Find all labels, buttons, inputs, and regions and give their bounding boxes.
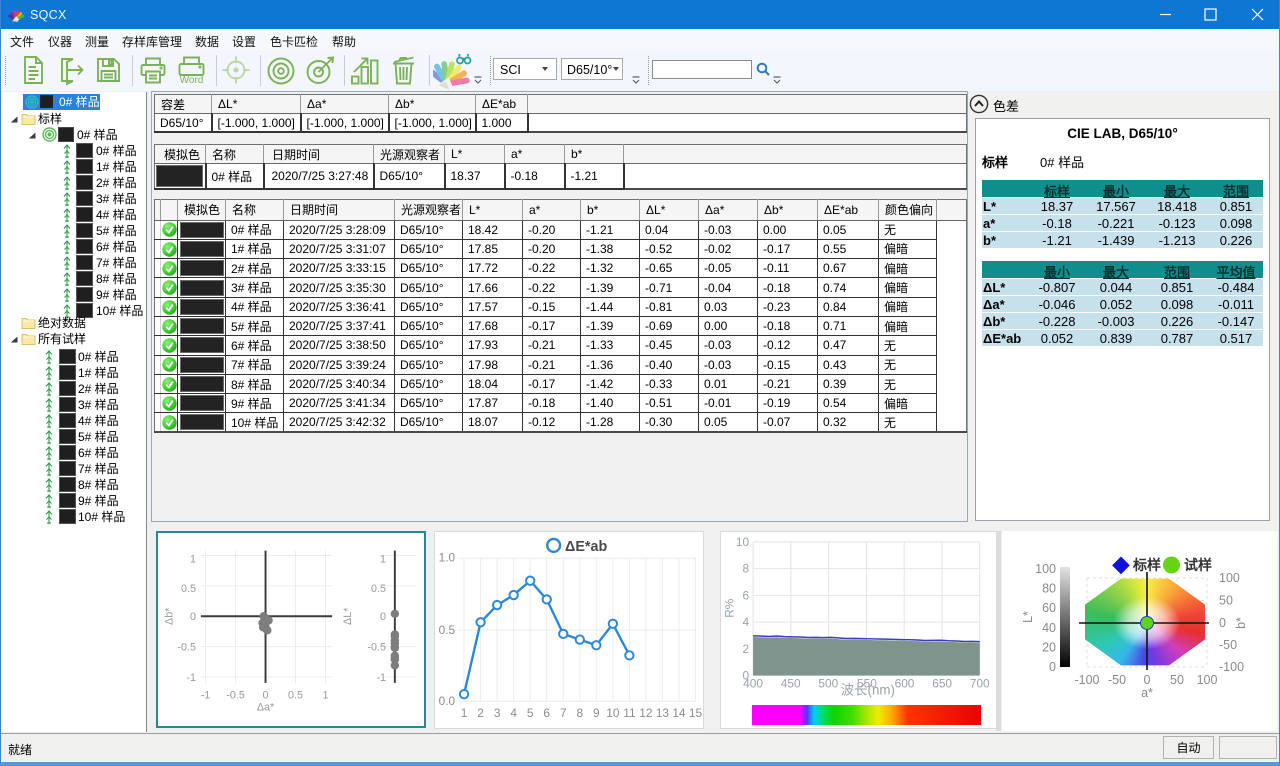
svg-text:-1: -1 (201, 690, 211, 702)
svg-text:0.0: 0.0 (439, 694, 456, 708)
svg-text:0.5: 0.5 (439, 623, 456, 637)
svg-text:-1: -1 (186, 672, 196, 684)
svg-text:400: 400 (743, 676, 763, 690)
svg-text:0: 0 (380, 611, 386, 623)
svg-text:-1: -1 (376, 672, 386, 684)
svg-text:Δb*: Δb* (163, 607, 175, 625)
svg-text:650: 650 (932, 676, 952, 690)
svg-text:7: 7 (560, 706, 567, 720)
svg-text:50: 50 (1170, 673, 1184, 687)
svg-text:5: 5 (527, 706, 534, 720)
svg-text:3: 3 (494, 706, 501, 720)
svg-text:6: 6 (543, 706, 550, 720)
svg-text:0: 0 (1219, 616, 1226, 630)
svg-text:b*: b* (1234, 617, 1248, 629)
svg-text:450: 450 (781, 676, 801, 690)
svg-text:0.5: 0.5 (288, 690, 303, 702)
svg-text:10: 10 (606, 706, 620, 720)
svg-text:ΔE*ab: ΔE*ab (565, 539, 607, 555)
svg-text:60: 60 (1042, 601, 1056, 615)
svg-text:波长(nm): 波长(nm) (841, 682, 895, 697)
svg-text:Δa*: Δa* (257, 701, 275, 713)
svg-text:-100: -100 (1219, 660, 1244, 674)
svg-text:8: 8 (576, 706, 583, 720)
svg-text:L*: L* (1021, 611, 1035, 623)
svg-text:0: 0 (1144, 673, 1151, 687)
svg-text:700: 700 (970, 676, 990, 690)
svg-text:11: 11 (623, 706, 636, 720)
svg-text:9: 9 (593, 706, 600, 720)
svg-text:-0.5: -0.5 (177, 642, 196, 654)
svg-text:0.5: 0.5 (181, 583, 196, 595)
svg-text:4: 4 (510, 706, 517, 720)
svg-text:-50: -50 (1219, 638, 1237, 652)
svg-text:-0.5: -0.5 (367, 642, 386, 654)
svg-text:50: 50 (1219, 594, 1233, 608)
svg-text:1: 1 (190, 553, 196, 565)
svg-text:13: 13 (656, 706, 670, 720)
svg-text:0: 0 (190, 611, 196, 623)
svg-text:14: 14 (672, 706, 686, 720)
svg-text:1: 1 (380, 553, 386, 565)
svg-text:4: 4 (743, 615, 750, 629)
svg-text:R%: R% (722, 598, 736, 618)
svg-text:40: 40 (1042, 621, 1056, 635)
svg-text:1: 1 (322, 690, 328, 702)
svg-text:100: 100 (1197, 673, 1218, 687)
svg-text:8: 8 (743, 562, 750, 576)
svg-text:500: 500 (818, 676, 838, 690)
svg-text:-0.5: -0.5 (226, 690, 245, 702)
svg-text:6: 6 (743, 588, 750, 602)
svg-text:100: 100 (1219, 571, 1240, 585)
svg-text:1.0: 1.0 (439, 551, 456, 565)
svg-text:2: 2 (477, 706, 484, 720)
svg-text:0: 0 (263, 690, 269, 702)
svg-text:10: 10 (736, 535, 750, 549)
svg-text:0.5: 0.5 (371, 583, 386, 595)
svg-text:1: 1 (461, 706, 468, 720)
svg-text:2: 2 (743, 642, 750, 656)
svg-text:-100: -100 (1074, 673, 1099, 687)
svg-text:0: 0 (1049, 660, 1056, 674)
svg-text:12: 12 (639, 706, 652, 720)
svg-text:标样: 标样 (1132, 557, 1161, 573)
svg-text:-50: -50 (1108, 673, 1126, 687)
svg-text:Word: Word (180, 75, 204, 86)
svg-text:试样: 试样 (1184, 557, 1212, 573)
svg-text:100: 100 (1035, 562, 1056, 576)
svg-text:80: 80 (1042, 582, 1056, 596)
svg-text:ΔL*: ΔL* (342, 607, 354, 625)
svg-text:600: 600 (895, 676, 915, 690)
svg-text:20: 20 (1042, 640, 1056, 654)
svg-text:15: 15 (689, 706, 703, 720)
svg-text:a*: a* (1141, 686, 1153, 700)
